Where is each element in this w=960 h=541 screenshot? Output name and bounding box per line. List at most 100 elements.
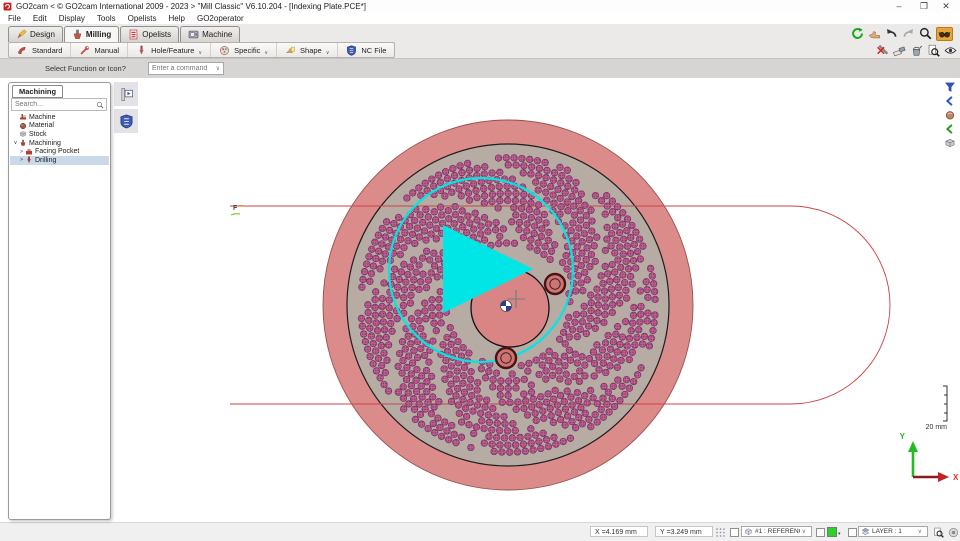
filter-icon[interactable] (944, 81, 956, 93)
collapse-blue-icon[interactable] (944, 95, 956, 107)
reference-select[interactable]: #1 : REFERENCE ∨ (741, 526, 812, 537)
collapse-green-icon[interactable] (944, 123, 956, 135)
chevron-down-icon: ∨ (918, 528, 925, 535)
tree-item-machine[interactable]: Machine (10, 113, 109, 122)
layer-select[interactable]: LAYER : 1 ∨ (858, 526, 928, 537)
glasses-icon[interactable] (936, 27, 953, 41)
y-coordinate-readout: Y =3.249 mm (655, 526, 713, 537)
reference-value: #1 : REFERENCE (755, 528, 800, 535)
cad-canvas[interactable]: F 20 mm Y X (0, 78, 960, 522)
right-vertical-toolbar (942, 81, 957, 149)
tab-machining[interactable]: Machining (12, 85, 63, 98)
zoom-icon[interactable] (919, 27, 932, 40)
canvas-mini-toolbar (114, 82, 138, 133)
tab-milling[interactable]: Milling (64, 26, 119, 42)
refresh-icon[interactable] (851, 27, 864, 40)
tree-item-material[interactable]: Material (10, 122, 109, 131)
command-prompt-label: Select Function or Icon? (45, 64, 126, 73)
tree-item-drilling[interactable]: > Drilling (10, 156, 109, 165)
sim-icon (119, 87, 134, 102)
eraser-icon[interactable] (893, 44, 906, 57)
tab-design[interactable]: Design (8, 26, 63, 42)
help-button[interactable] (948, 527, 959, 538)
tree-expander[interactable]: ∨ (12, 140, 19, 146)
machining-tree: MachineMaterialStock∨Machining>Facing Po… (10, 113, 109, 165)
menu-item-help[interactable]: Help (163, 14, 191, 23)
menu-item-display[interactable]: Display (53, 14, 91, 23)
menu-item-go2operator[interactable]: GO2operator (191, 14, 250, 23)
grid-snap-icon[interactable] (715, 527, 726, 538)
tab-opelists[interactable]: Opelists (120, 26, 179, 42)
reference-checkbox[interactable] (730, 528, 739, 537)
nc-file-button[interactable]: NC File (338, 43, 394, 57)
chevron-down-icon[interactable]: ▾ (838, 531, 841, 537)
menu-item-tools[interactable]: Tools (91, 14, 122, 23)
standard-button[interactable]: Standard (9, 43, 71, 57)
status-bar: X =4.169 mm Y =3.249 mm #1 : REFERENCE ∨… (0, 522, 960, 541)
close-button[interactable]: ✕ (935, 0, 957, 12)
tab-label: Design (30, 30, 55, 39)
button-label: Standard (32, 46, 62, 55)
chevron-down-icon: ∨ (264, 50, 268, 56)
title-bar: GO2cam < © GO2cam International 2009 - 2… (0, 0, 960, 14)
pointer-hand-icon[interactable] (868, 27, 881, 40)
tree-item-facing-pocket[interactable]: > Facing Pocket (10, 147, 109, 156)
command-input[interactable] (149, 65, 216, 72)
chevron-down-icon: ∨ (198, 50, 202, 56)
nc-output-button[interactable] (114, 109, 138, 133)
button-label: Manual (94, 46, 119, 55)
manual-button[interactable]: Manual (71, 43, 128, 57)
tree-item-label: Drilling (35, 157, 56, 164)
minimize-button[interactable]: – (888, 0, 910, 12)
tab-machine[interactable]: Machine (180, 26, 240, 42)
visibility-icon[interactable] (944, 44, 957, 57)
svg-text:Y: Y (900, 432, 906, 441)
svg-text:X: X (953, 473, 959, 482)
tab-label: Milling (86, 30, 111, 39)
shape-button[interactable]: Shape∨ (277, 43, 338, 57)
layer-checkbox[interactable] (848, 528, 857, 537)
tree-item-stock[interactable]: Stock (10, 130, 109, 139)
tree-stock-icon (19, 130, 27, 138)
chevron-down-icon: ∨ (802, 528, 809, 535)
tree-expander[interactable]: > (18, 157, 25, 163)
app-icon (3, 2, 12, 11)
maximize-button[interactable]: ❐ (913, 0, 935, 12)
undo-icon[interactable] (885, 27, 898, 40)
color-checkbox[interactable] (816, 528, 825, 537)
tree-item-label: Facing Pocket (35, 148, 79, 155)
highlight-hole[interactable] (496, 348, 516, 368)
redo-icon[interactable] (902, 27, 915, 40)
view-tools-row-2 (876, 43, 957, 58)
zoom-layer-button[interactable] (933, 527, 944, 538)
tool-standard-icon (17, 45, 28, 56)
plane-marker-f: F (231, 205, 243, 215)
menu-item-file[interactable]: File (2, 14, 27, 23)
svg-text:20 mm: 20 mm (926, 424, 948, 431)
tree-item-machining[interactable]: ∨Machining (10, 139, 109, 148)
machining-panel: Machining MachineMaterialStock∨Machining… (8, 82, 111, 520)
simulation-button[interactable] (114, 82, 138, 106)
search-box[interactable] (11, 98, 107, 111)
hide-element-icon[interactable] (876, 44, 889, 57)
zoom-document-icon[interactable] (927, 44, 940, 57)
clean-icon[interactable] (910, 44, 923, 57)
menu-item-edit[interactable]: Edit (27, 14, 53, 23)
svg-text:F: F (233, 205, 238, 212)
cube-icon (744, 527, 753, 536)
ribbon-toolbar: StandardManualHole/Feature∨Specific∨Shap… (8, 42, 395, 58)
specific-button[interactable]: Specific ∨ (211, 43, 277, 57)
menu-item-opelists[interactable]: Opelists (122, 14, 163, 23)
hole-feature-button[interactable]: Hole/Feature∨ (128, 43, 211, 57)
button-label: Specific (234, 46, 260, 55)
material-icon[interactable] (944, 109, 956, 121)
chevron-down-icon: ∨ (326, 50, 330, 56)
command-combobox[interactable]: ∨ (148, 62, 224, 75)
stock-icon[interactable] (944, 137, 956, 149)
search-input[interactable] (12, 101, 96, 108)
window-title: GO2cam < © GO2cam International 2009 - 2… (16, 2, 366, 11)
highlight-hole[interactable] (545, 274, 565, 294)
tree-expander[interactable]: > (18, 149, 25, 155)
origin-marker (501, 301, 512, 312)
color-swatch[interactable] (827, 527, 837, 537)
